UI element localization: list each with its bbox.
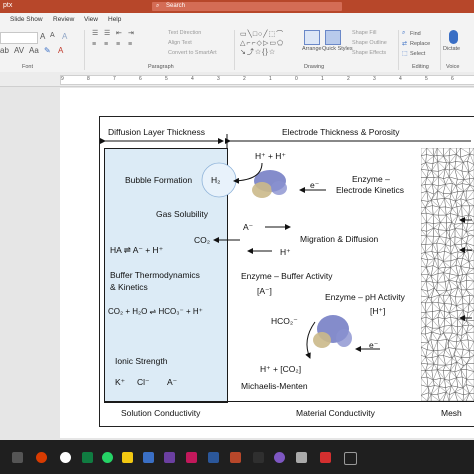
enzyme-structure-2 [313,315,352,348]
app-icon-3[interactable] [164,452,175,463]
acrobat-icon[interactable] [320,452,331,463]
file-explorer-icon[interactable] [122,452,133,463]
app-icon-4[interactable] [186,452,197,463]
app-icon-6[interactable] [274,452,285,463]
app-icon-8[interactable] [344,452,357,465]
app-icon-7[interactable] [296,452,307,463]
powerpoint-icon[interactable] [230,452,241,463]
taskbar [0,440,474,474]
chrome-icon[interactable] [60,452,71,463]
app-icon-5[interactable] [253,452,264,463]
excel-icon[interactable] [82,452,93,463]
word-icon[interactable] [208,452,219,463]
whatsapp-icon[interactable] [102,452,113,463]
task-view-icon[interactable] [12,452,23,463]
app-icon-2[interactable] [143,452,154,463]
app-icon-1[interactable] [36,452,47,463]
reaction-arrows [213,162,472,359]
